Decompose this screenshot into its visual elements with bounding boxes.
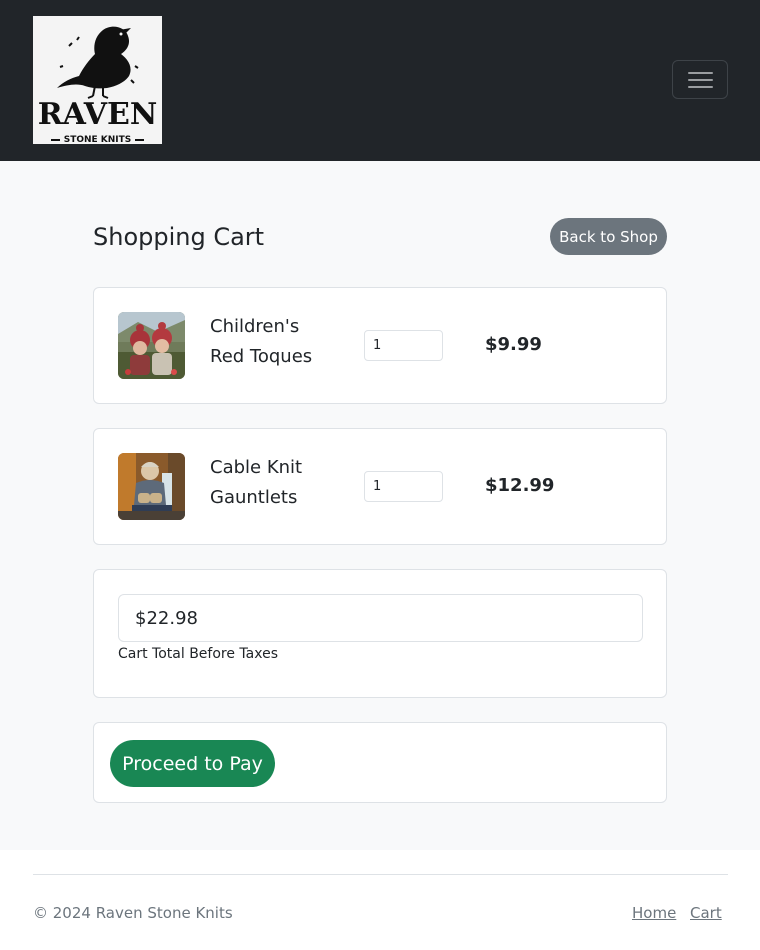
footer: © 2024 Raven Stone Knits Home Cart [0, 850, 760, 950]
checkout-card: Proceed to Pay [93, 722, 667, 803]
menu-toggle-button[interactable] [672, 60, 728, 99]
brand-tagline: STONE KNITS [33, 135, 162, 144]
quantity-input[interactable] [364, 471, 443, 502]
cart-total-card: Cart Total Before Taxes [93, 569, 667, 698]
product-thumbnail[interactable] [118, 312, 185, 379]
cart-total-field[interactable] [118, 594, 643, 642]
product-price: $9.99 [485, 334, 542, 355]
quantity-input[interactable] [364, 330, 443, 361]
footer-link-cart[interactable]: Cart [690, 904, 722, 922]
brand-logo[interactable]: RAVEN STONE KNITS [33, 16, 162, 144]
cart-item: Children's Red Toques $9.99 [93, 287, 667, 404]
main-content: Shopping Cart Back to Shop Children's Re… [0, 161, 760, 850]
copyright-text: © 2024 Raven Stone Knits [33, 904, 233, 922]
page-title: Shopping Cart [93, 223, 265, 251]
hamburger-menu-icon [688, 86, 713, 88]
back-to-shop-button[interactable]: Back to Shop [550, 218, 667, 255]
hamburger-menu-icon [688, 72, 713, 74]
children-red-toques-photo [118, 312, 185, 379]
brand-name: RAVEN [37, 97, 158, 132]
product-price: $12.99 [485, 475, 555, 496]
cable-knit-gauntlets-photo [118, 453, 185, 520]
cart-item: Cable Knit Gauntlets $12.99 [93, 428, 667, 545]
cart-total-label: Cart Total Before Taxes [118, 646, 278, 662]
product-thumbnail[interactable] [118, 453, 185, 520]
navbar: RAVEN STONE KNITS [0, 0, 760, 161]
footer-divider [33, 874, 728, 875]
product-name: Children's Red Toques [210, 316, 313, 367]
proceed-to-pay-button[interactable]: Proceed to Pay [110, 740, 275, 787]
hamburger-menu-icon [688, 79, 713, 81]
footer-link-home[interactable]: Home [632, 904, 676, 922]
product-name: Cable Knit Gauntlets [210, 457, 303, 508]
